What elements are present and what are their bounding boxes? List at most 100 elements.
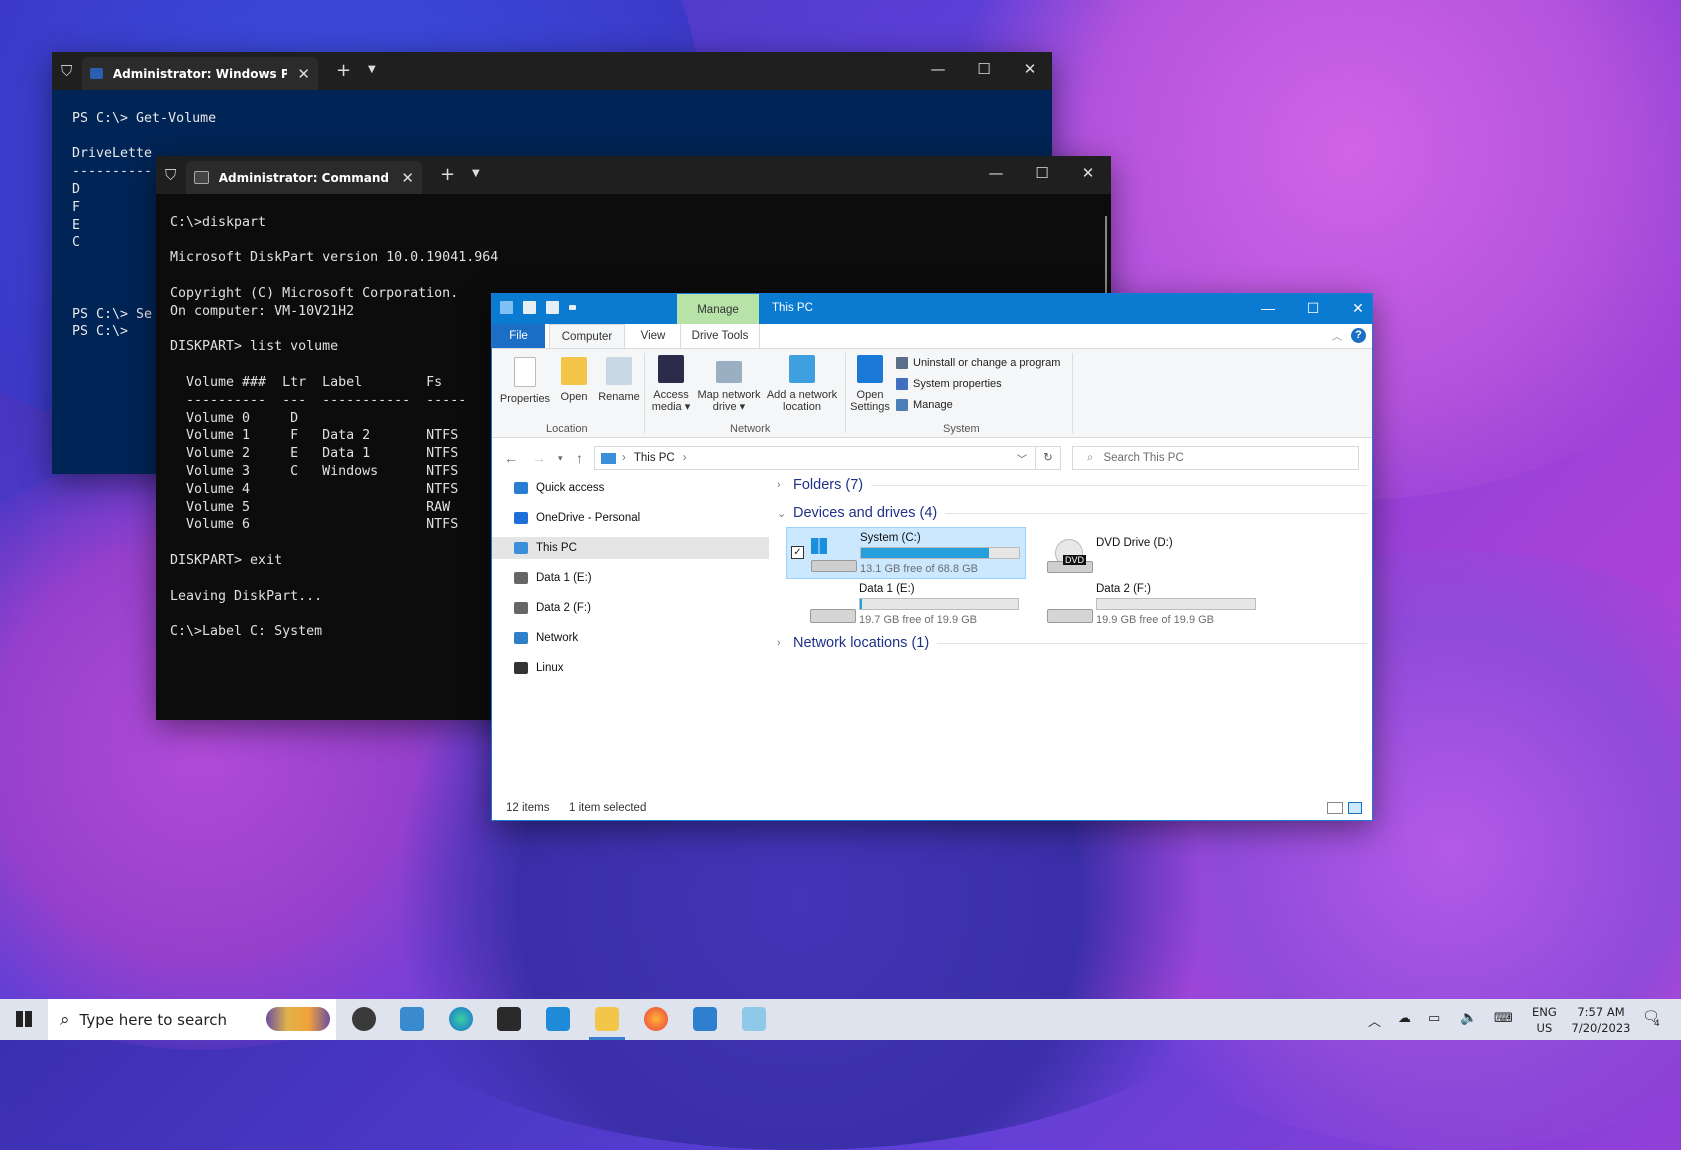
open-button[interactable]: Open bbox=[555, 357, 593, 403]
edge-icon[interactable] bbox=[449, 1007, 473, 1031]
computer-icon[interactable] bbox=[500, 301, 513, 314]
nav-item[interactable]: Network bbox=[492, 627, 769, 649]
group-location-label: Location bbox=[546, 423, 588, 435]
chevron-down-icon[interactable]: ▼ bbox=[368, 64, 376, 75]
start-windows-icon[interactable] bbox=[16, 1011, 32, 1027]
file-explorer-window[interactable]: Manage This PC — ☐ ✕ File Computer View … bbox=[491, 293, 1373, 821]
system-properties-button[interactable]: System properties bbox=[896, 378, 1002, 390]
taskbar-search-box[interactable]: ⌕ Type here to search bbox=[48, 999, 336, 1040]
firefox-icon[interactable] bbox=[644, 1007, 668, 1031]
nav-item[interactable]: OneDrive - Personal bbox=[492, 507, 769, 529]
this-pc-icon bbox=[601, 452, 616, 464]
forward-arrow-icon[interactable]: → bbox=[532, 450, 546, 466]
keyboard-icon[interactable]: ⌨ bbox=[1494, 1011, 1513, 1052]
nav-item[interactable]: This PC bbox=[492, 537, 769, 559]
breadcrumb-this-pc[interactable]: This PC bbox=[634, 452, 675, 464]
rename-icon bbox=[606, 357, 632, 385]
tab-computer[interactable]: Computer bbox=[549, 324, 625, 348]
drive-d[interactable]: DVD DVD Drive (D:) bbox=[1023, 527, 1263, 579]
drive-f[interactable]: Data 2 (F:) 19.9 GB free of 19.9 GB bbox=[1023, 579, 1263, 631]
recent-chevron-icon[interactable]: ▾ bbox=[558, 453, 563, 464]
chevron-down-icon[interactable]: ⌄ bbox=[777, 507, 793, 520]
show-hidden-icons-chevron-icon[interactable]: ︿ bbox=[1368, 1011, 1381, 1052]
nav-item[interactable]: Data 2 (F:) bbox=[492, 597, 769, 619]
minimize-icon[interactable]: — bbox=[1258, 300, 1278, 316]
maximize-icon[interactable]: ☐ bbox=[974, 60, 994, 78]
quick-access-toolbar bbox=[500, 301, 576, 314]
new-tab-plus-icon[interactable]: + bbox=[336, 60, 351, 81]
drive-c[interactable]: ✓ System (C:) 13.1 GB free of 68.8 GB bbox=[786, 527, 1026, 579]
properties-check-icon[interactable] bbox=[523, 301, 536, 314]
properties-button[interactable]: Properties bbox=[498, 357, 552, 405]
language-indicator[interactable]: ENG US bbox=[1532, 1004, 1557, 1045]
rename-button[interactable]: Rename bbox=[596, 357, 642, 403]
manage-button[interactable]: Manage bbox=[896, 399, 953, 411]
chevron-down-icon[interactable]: ▼ bbox=[472, 168, 480, 179]
nav-item[interactable]: Linux bbox=[492, 657, 769, 679]
terminal-icon[interactable] bbox=[497, 1007, 521, 1031]
group-network-locations[interactable]: › Network locations (1) bbox=[777, 635, 1367, 651]
minimize-icon[interactable]: — bbox=[928, 60, 948, 78]
new-folder-icon[interactable] bbox=[546, 301, 559, 314]
group-devices[interactable]: ⌄ Devices and drives (4) bbox=[777, 505, 1367, 521]
powershell-tab[interactable]: Administrator: Windows Powe ✕ bbox=[82, 57, 318, 90]
cmd-tab[interactable]: Administrator: Command Pror ✕ bbox=[186, 161, 422, 194]
close-icon[interactable]: ✕ bbox=[1348, 300, 1368, 317]
nav-item[interactable]: Data 1 (E:) bbox=[492, 567, 769, 589]
tab-view[interactable]: View bbox=[630, 324, 676, 348]
group-folders[interactable]: › Folders (7) bbox=[777, 477, 1367, 493]
breadcrumb-separator-icon[interactable]: › bbox=[622, 452, 626, 464]
vscode-icon[interactable] bbox=[546, 1007, 570, 1031]
close-icon[interactable]: ✕ bbox=[1078, 164, 1098, 182]
shield-icon: ⛉ bbox=[165, 166, 177, 184]
uninstall-program-button[interactable]: Uninstall or change a program bbox=[896, 357, 1060, 369]
nav-item[interactable]: Quick access bbox=[492, 477, 769, 499]
cmd-tabbar: ⛉ Administrator: Command Pror ✕ + ▼ — ☐ … bbox=[156, 156, 1111, 194]
close-tab-icon[interactable]: ✕ bbox=[297, 65, 310, 83]
close-icon[interactable]: ✕ bbox=[1020, 60, 1040, 78]
maximize-icon[interactable]: ☐ bbox=[1303, 300, 1323, 317]
tab-manage[interactable]: Manage bbox=[677, 294, 759, 324]
drive-c-usage-bar bbox=[860, 547, 1020, 559]
search-input[interactable]: ⌕ Search This PC bbox=[1072, 446, 1359, 470]
chevron-right-icon[interactable]: › bbox=[777, 637, 793, 649]
drive-e[interactable]: Data 1 (E:) 19.7 GB free of 19.9 GB bbox=[786, 579, 1026, 631]
map-network-drive-button[interactable]: Map network drive ▾ bbox=[694, 355, 764, 413]
file-explorer-icon[interactable] bbox=[595, 1007, 619, 1031]
navigation-pane[interactable]: Quick access OneDrive - Personal This PC Da… bbox=[492, 477, 769, 787]
tab-file[interactable]: File bbox=[492, 324, 545, 348]
settings-gear-icon[interactable] bbox=[352, 1007, 376, 1031]
photos-icon[interactable] bbox=[693, 1007, 717, 1031]
notepad-icon[interactable] bbox=[742, 1007, 766, 1031]
customize-chevron-icon[interactable] bbox=[569, 305, 576, 310]
checkbox-icon[interactable]: ✓ bbox=[791, 546, 804, 559]
volume-icon[interactable]: 🔈 bbox=[1460, 1010, 1477, 1051]
onedrive-cloud-icon[interactable]: ☁ bbox=[1398, 1011, 1411, 1052]
open-settings-button[interactable]: Open Settings bbox=[848, 355, 892, 413]
clock[interactable]: 7:57 AM 7/20/2023 bbox=[1568, 1004, 1634, 1045]
details-view-icon[interactable] bbox=[1327, 802, 1343, 814]
nav-item-icon bbox=[514, 632, 528, 644]
chevron-up-icon[interactable]: ︿ bbox=[1332, 328, 1342, 343]
add-network-location-button[interactable]: Add a network location bbox=[764, 355, 840, 413]
large-icons-view-icon[interactable] bbox=[1348, 802, 1362, 814]
chevron-right-icon[interactable]: › bbox=[777, 479, 793, 491]
network-icon[interactable]: ▭ bbox=[1428, 1011, 1440, 1052]
task-manager-icon[interactable] bbox=[400, 1007, 424, 1031]
new-tab-plus-icon[interactable]: + bbox=[440, 164, 455, 185]
access-media-button[interactable]: Access media ▾ bbox=[649, 355, 693, 413]
drive-e-usage-bar bbox=[859, 598, 1019, 610]
address-dropdown-icon[interactable]: ﹀ bbox=[1017, 451, 1027, 466]
refresh-icon[interactable]: ↻ bbox=[1035, 446, 1061, 470]
breadcrumb-separator-icon[interactable]: › bbox=[683, 452, 687, 464]
back-arrow-icon[interactable]: ← bbox=[504, 450, 518, 466]
maximize-icon[interactable]: ☐ bbox=[1032, 164, 1052, 182]
address-box[interactable]: › This PC › ﹀ bbox=[594, 446, 1036, 470]
tab-drive-tools[interactable]: Drive Tools bbox=[680, 324, 760, 348]
minimize-icon[interactable]: — bbox=[986, 164, 1006, 182]
content-pane[interactable]: › Folders (7) ⌄ Devices and drives (4) ✓… bbox=[777, 477, 1367, 787]
up-arrow-icon[interactable]: ↑ bbox=[576, 450, 583, 466]
help-icon[interactable]: ? bbox=[1351, 328, 1366, 343]
close-tab-icon[interactable]: ✕ bbox=[401, 169, 414, 187]
